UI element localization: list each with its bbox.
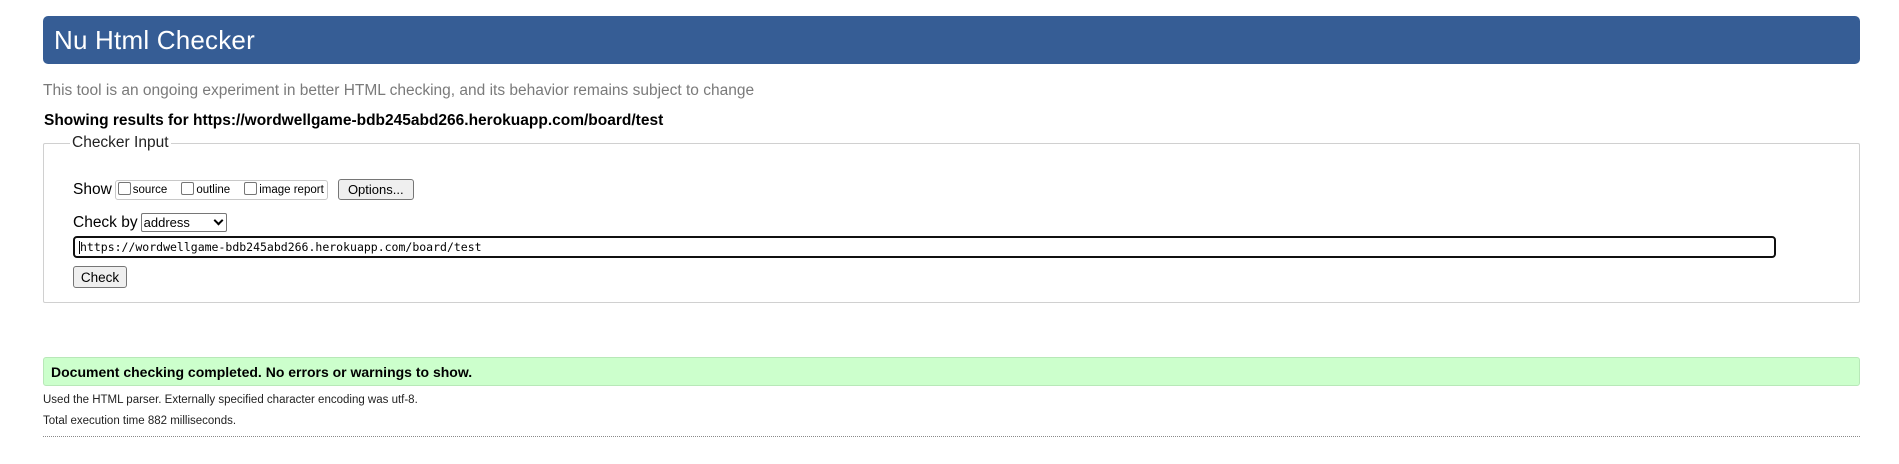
show-row: Show source outline image report Options… xyxy=(73,179,414,200)
page-title: Nu Html Checker xyxy=(54,24,255,55)
check-by-label: Check by xyxy=(73,213,138,231)
check-button[interactable]: Check xyxy=(73,266,127,288)
show-options-group: source outline image report xyxy=(114,179,328,200)
success-message: Document checking completed. No errors o… xyxy=(43,357,1860,386)
show-outline-option[interactable]: outline xyxy=(181,181,231,196)
image-report-checkbox[interactable] xyxy=(244,181,258,195)
outline-checkbox[interactable] xyxy=(181,181,195,195)
divider xyxy=(43,436,1860,437)
options-button[interactable]: Options... xyxy=(337,179,414,200)
page: Nu Html Checker This tool is an ongoing … xyxy=(0,0,1899,464)
check-by-row: Check by address xyxy=(73,213,227,232)
source-checkbox-label: source xyxy=(132,183,168,196)
header-bar: Nu Html Checker xyxy=(43,16,1860,64)
outline-checkbox-label: outline xyxy=(196,183,231,196)
show-source-option[interactable]: source xyxy=(117,181,168,196)
results-heading: Showing results for https://wordwellgame… xyxy=(44,112,664,129)
show-image-report-option[interactable]: image report xyxy=(244,181,324,196)
image-report-checkbox-label: image report xyxy=(259,183,324,196)
checker-input-fieldset xyxy=(43,143,1860,303)
url-input-value: https://wordwellgame-bdb245abd266.heroku… xyxy=(80,240,482,254)
execution-time: Total execution time 882 milliseconds. xyxy=(43,415,237,427)
check-by-selected-value: address xyxy=(143,215,190,230)
check-by-select[interactable]: address xyxy=(140,213,227,232)
chevron-down-icon xyxy=(213,215,224,226)
checker-input-legend: Checker Input xyxy=(70,134,171,152)
show-label: Show xyxy=(73,180,112,198)
url-input[interactable]: https://wordwellgame-bdb245abd266.heroku… xyxy=(73,236,1776,258)
tagline: This tool is an ongoing experiment in be… xyxy=(43,82,755,99)
parser-info: Used the HTML parser. Externally specifi… xyxy=(43,394,418,406)
source-checkbox[interactable] xyxy=(117,181,131,195)
